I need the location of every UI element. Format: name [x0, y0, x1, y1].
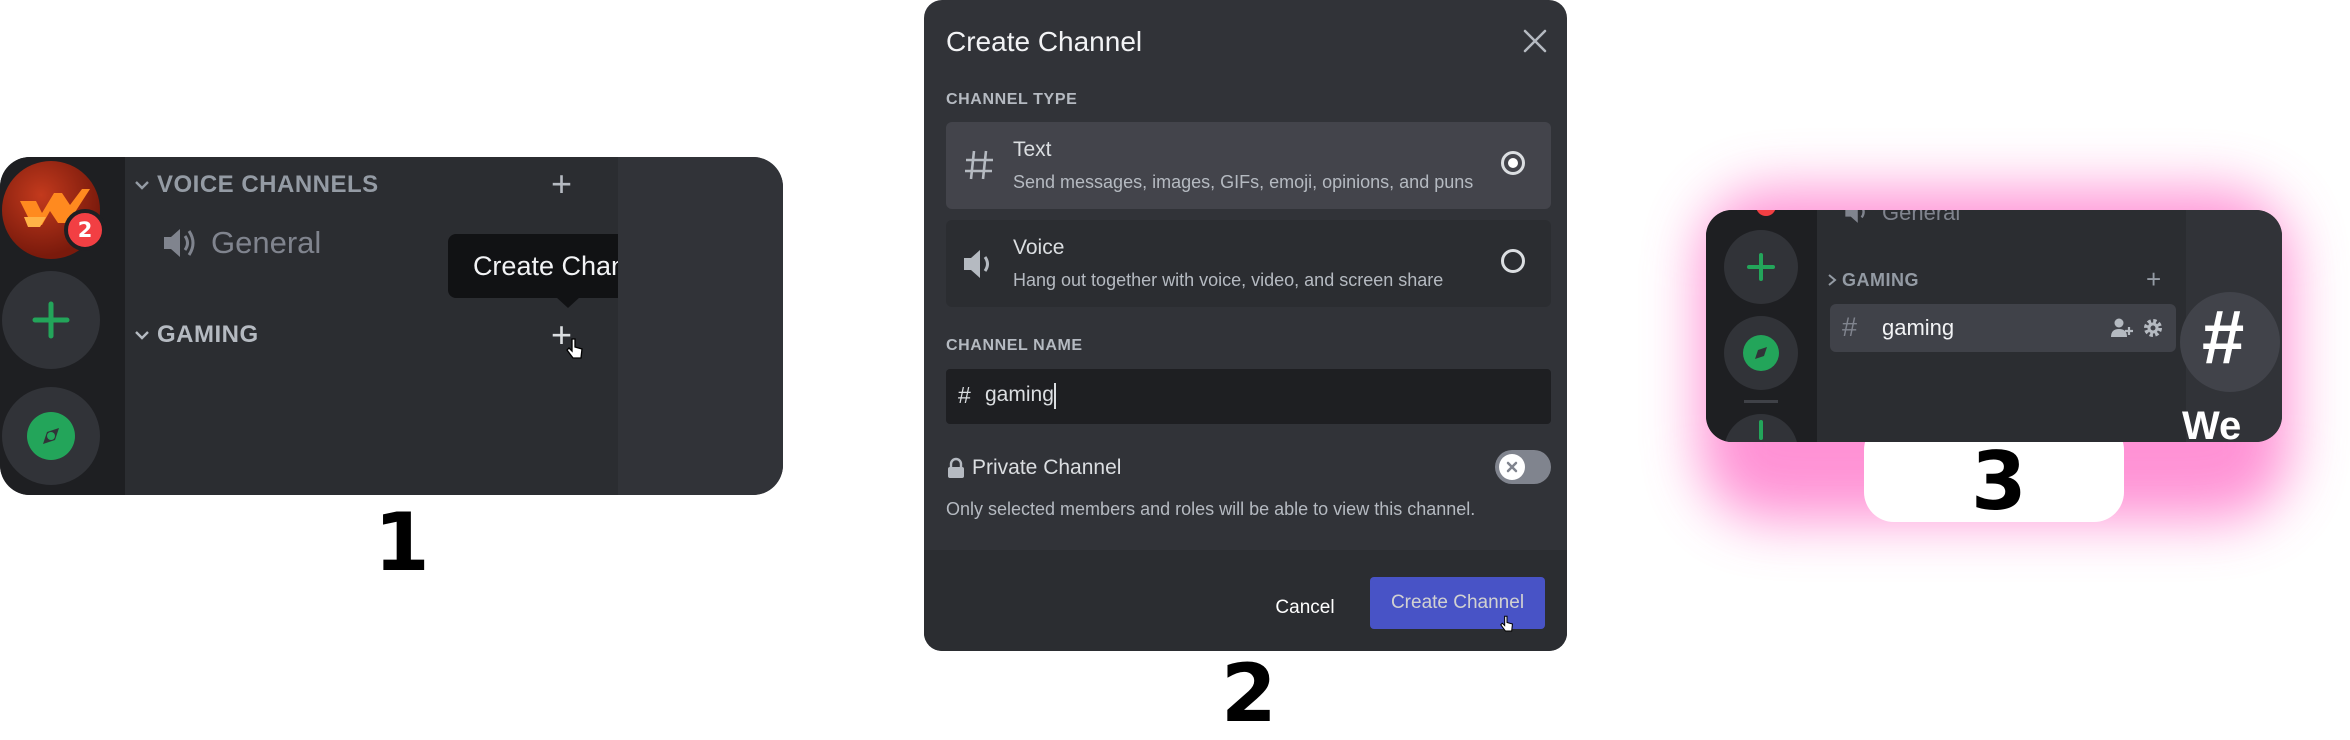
rail-divider: [1744, 400, 1778, 403]
gear-icon[interactable]: [2141, 316, 2165, 340]
category-gaming[interactable]: GAMING: [1842, 270, 1919, 291]
hash-icon: [965, 150, 993, 180]
add-server-button[interactable]: [1724, 414, 1798, 442]
speaker-icon: [964, 250, 989, 278]
chevron-down-icon[interactable]: [132, 325, 152, 345]
add-server-button[interactable]: [1724, 230, 1798, 304]
server-rail: [1706, 210, 1817, 442]
lock-icon: [948, 457, 964, 478]
chat-area: # We: [2180, 210, 2282, 442]
channel-type-voice-option[interactable]: Voice Hang out together with voice, vide…: [946, 220, 1551, 307]
plus-icon: [1747, 253, 1775, 281]
plus-icon: [32, 301, 70, 339]
category-voice-channels[interactable]: VOICE CHANNELS: [157, 171, 379, 199]
private-channel-toggle[interactable]: [1495, 450, 1551, 484]
channel-type-label: CHANNEL TYPE: [946, 91, 1078, 108]
channel-name-input[interactable]: # gaming: [946, 369, 1551, 424]
speaker-icon: [164, 229, 195, 257]
compass-icon: [1743, 335, 1779, 371]
server-rail: 2: [0, 157, 125, 495]
chevron-right-icon[interactable]: [1824, 272, 1840, 288]
hash-icon: #: [1842, 312, 1858, 342]
pointer-cursor-icon: [1500, 615, 1513, 632]
channel-type-text-option[interactable]: Text Send messages, images, GIFs, emoji,…: [946, 122, 1551, 209]
private-channel-label: Private Channel: [972, 456, 1122, 479]
category-gaming[interactable]: GAMING: [157, 321, 259, 349]
radio-unselected[interactable]: [1501, 249, 1525, 273]
speaker-icon: [1845, 210, 1865, 223]
option-label: Text: [1013, 138, 1052, 161]
step-number-1: 1: [374, 496, 430, 589]
tooltip-arrow: [556, 297, 580, 308]
voice-channel-general[interactable]: General: [1882, 210, 1960, 226]
text-caret: [1054, 383, 1056, 409]
radio-selected[interactable]: [1501, 151, 1525, 175]
chat-area-edge: [618, 157, 783, 495]
option-description: Hang out together with voice, video, and…: [1013, 270, 1444, 290]
step-number-2: 2: [1221, 647, 1277, 740]
cancel-button[interactable]: Cancel: [1260, 586, 1350, 630]
modal-title: Create Channel: [946, 26, 1143, 57]
hash-prefix-icon: #: [958, 382, 971, 408]
add-channel-plus-icon[interactable]: +: [2146, 266, 2161, 292]
toggle-knob: [1499, 454, 1525, 480]
create-channel-modal: Create Channel CHANNEL TYPE Text Send me…: [924, 0, 1567, 651]
add-channel-plus-icon[interactable]: +: [551, 166, 572, 202]
close-icon[interactable]: [1520, 26, 1550, 56]
channel-name: gaming: [1882, 315, 1955, 340]
notification-badge: 2: [64, 209, 106, 251]
welcome-hash-icon: #: [2202, 295, 2245, 380]
channel-row-gaming[interactable]: # gaming: [1830, 304, 2176, 352]
voice-channel-general[interactable]: General: [211, 225, 321, 261]
channel-name-value: gaming: [985, 383, 1054, 406]
create-channel-button[interactable]: Create Channel: [1370, 577, 1545, 629]
plus-icon: [1759, 420, 1763, 440]
channel-name-label: CHANNEL NAME: [946, 337, 1083, 354]
compass-icon: [27, 412, 75, 460]
add-server-button[interactable]: [2, 271, 100, 369]
chevron-down-icon[interactable]: [132, 175, 152, 195]
private-channel-help: Only selected members and roles will be …: [946, 499, 1476, 519]
welcome-heading: We: [2182, 404, 2242, 442]
pointer-cursor-icon: [566, 338, 583, 359]
explore-servers-button[interactable]: [2, 387, 100, 485]
invite-member-icon[interactable]: [2110, 317, 2134, 339]
notification-badge: [1756, 210, 1776, 216]
option-label: Voice: [1013, 236, 1065, 259]
step-number-3: 3: [1971, 435, 2027, 528]
x-icon: [1506, 461, 1518, 473]
option-description: Send messages, images, GIFs, emoji, opin…: [1013, 172, 1474, 192]
explore-servers-button[interactable]: [1724, 316, 1798, 390]
step1-channel-list: 2 VOICE CHANNELS + General Create Channe…: [0, 157, 783, 495]
step3-channel-list: General GAMING + # gaming # We: [1706, 210, 2282, 442]
